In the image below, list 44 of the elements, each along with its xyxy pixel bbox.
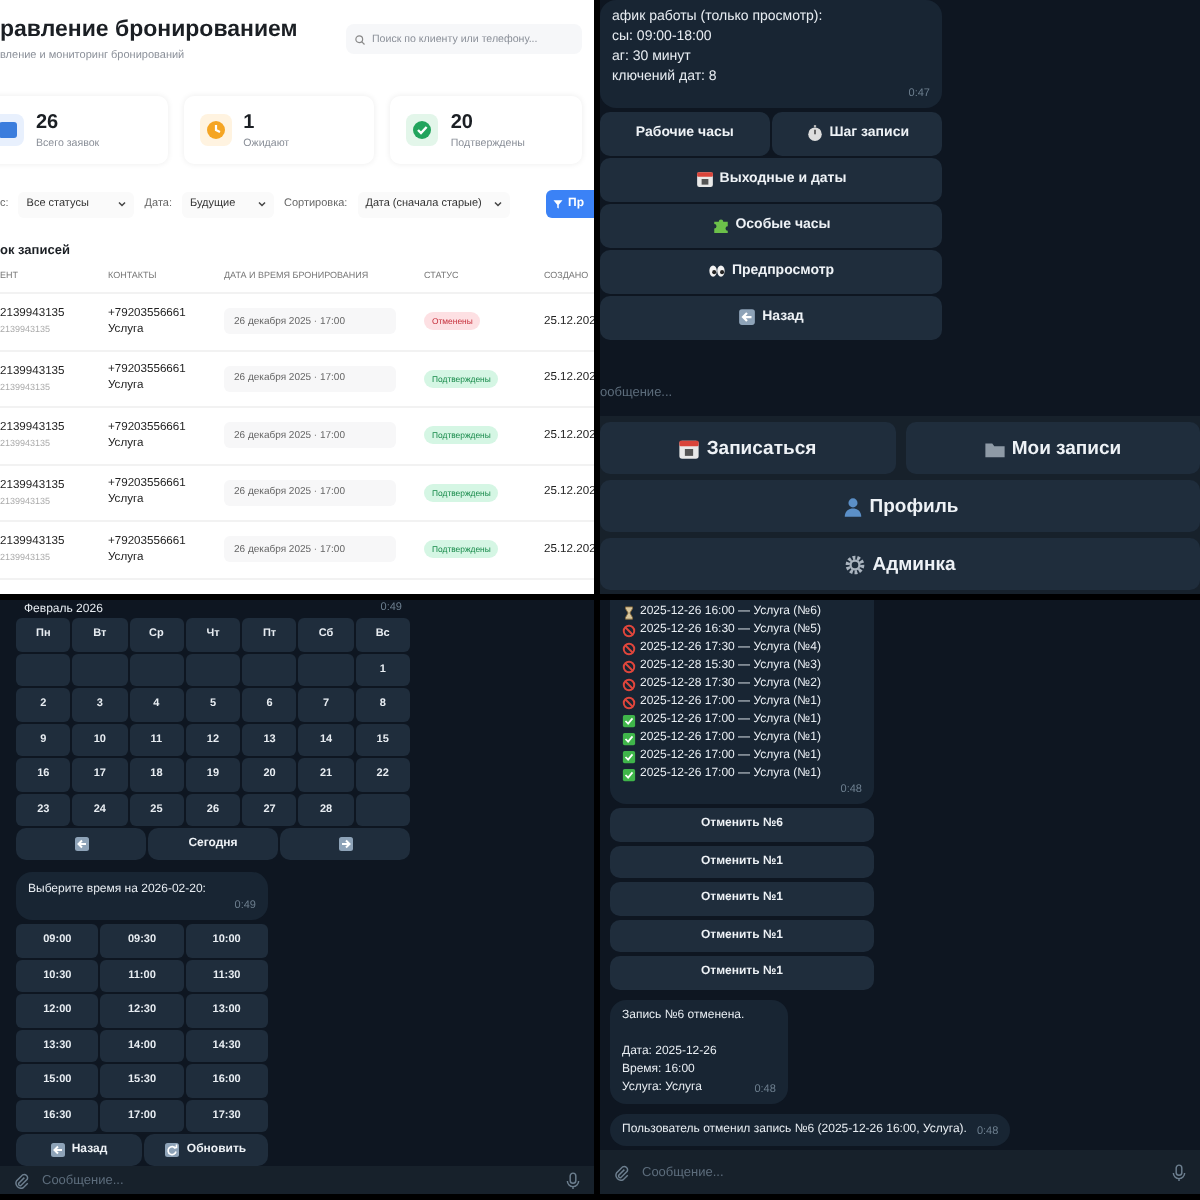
prohibited-icon bbox=[622, 642, 636, 656]
paperclip-icon bbox=[12, 1171, 30, 1189]
chevron-icon bbox=[256, 198, 268, 210]
previous-month-button[interactable] bbox=[16, 828, 146, 860]
stat-value: 20 bbox=[450, 111, 475, 133]
paperclip-icon bbox=[612, 1163, 630, 1181]
check-icon bbox=[406, 114, 439, 146]
keyboard-button[interactable]: Мои записи bbox=[905, 422, 1200, 474]
calendar-icon bbox=[695, 170, 714, 189]
prohibited-icon bbox=[622, 678, 636, 692]
page-title: равление бронированием bbox=[0, 18, 298, 42]
left-arrow-icon bbox=[738, 308, 757, 327]
stat-value: 26 bbox=[36, 111, 61, 133]
left-arrow-icon bbox=[49, 1142, 66, 1158]
check-icon bbox=[622, 768, 636, 782]
calendar-icon bbox=[0, 114, 24, 146]
right-arrow-icon bbox=[337, 836, 353, 852]
hourglass-icon bbox=[622, 606, 636, 620]
prohibited-icon bbox=[622, 624, 636, 638]
eyes-icon bbox=[707, 262, 726, 281]
microphone-icon bbox=[564, 1171, 582, 1189]
prohibited-icon bbox=[622, 660, 636, 674]
puzzle-icon bbox=[711, 216, 730, 235]
microphone-icon bbox=[1170, 1163, 1188, 1181]
keyboard-button[interactable]: Админка bbox=[600, 538, 1200, 590]
gear-icon bbox=[844, 553, 867, 575]
chevron-icon bbox=[491, 198, 504, 210]
calendar-icon bbox=[678, 437, 701, 459]
refresh-icon bbox=[164, 1142, 181, 1158]
clock-icon bbox=[199, 114, 232, 146]
prohibited-icon bbox=[622, 696, 636, 710]
check-icon bbox=[622, 732, 636, 746]
keyboard-button[interactable]: Профиль bbox=[600, 480, 1200, 532]
next-month-button[interactable] bbox=[280, 828, 410, 860]
keyboard-button[interactable]: Записаться bbox=[600, 422, 895, 474]
check-icon bbox=[622, 714, 636, 728]
check-icon bbox=[622, 750, 636, 764]
stopwatch-icon bbox=[805, 124, 824, 143]
person-icon bbox=[841, 495, 864, 517]
chevron-icon bbox=[116, 198, 129, 210]
left-arrow-icon bbox=[73, 836, 89, 852]
search-icon bbox=[354, 33, 366, 45]
filter-icon bbox=[552, 198, 564, 210]
stat-value: 1 bbox=[243, 111, 257, 133]
